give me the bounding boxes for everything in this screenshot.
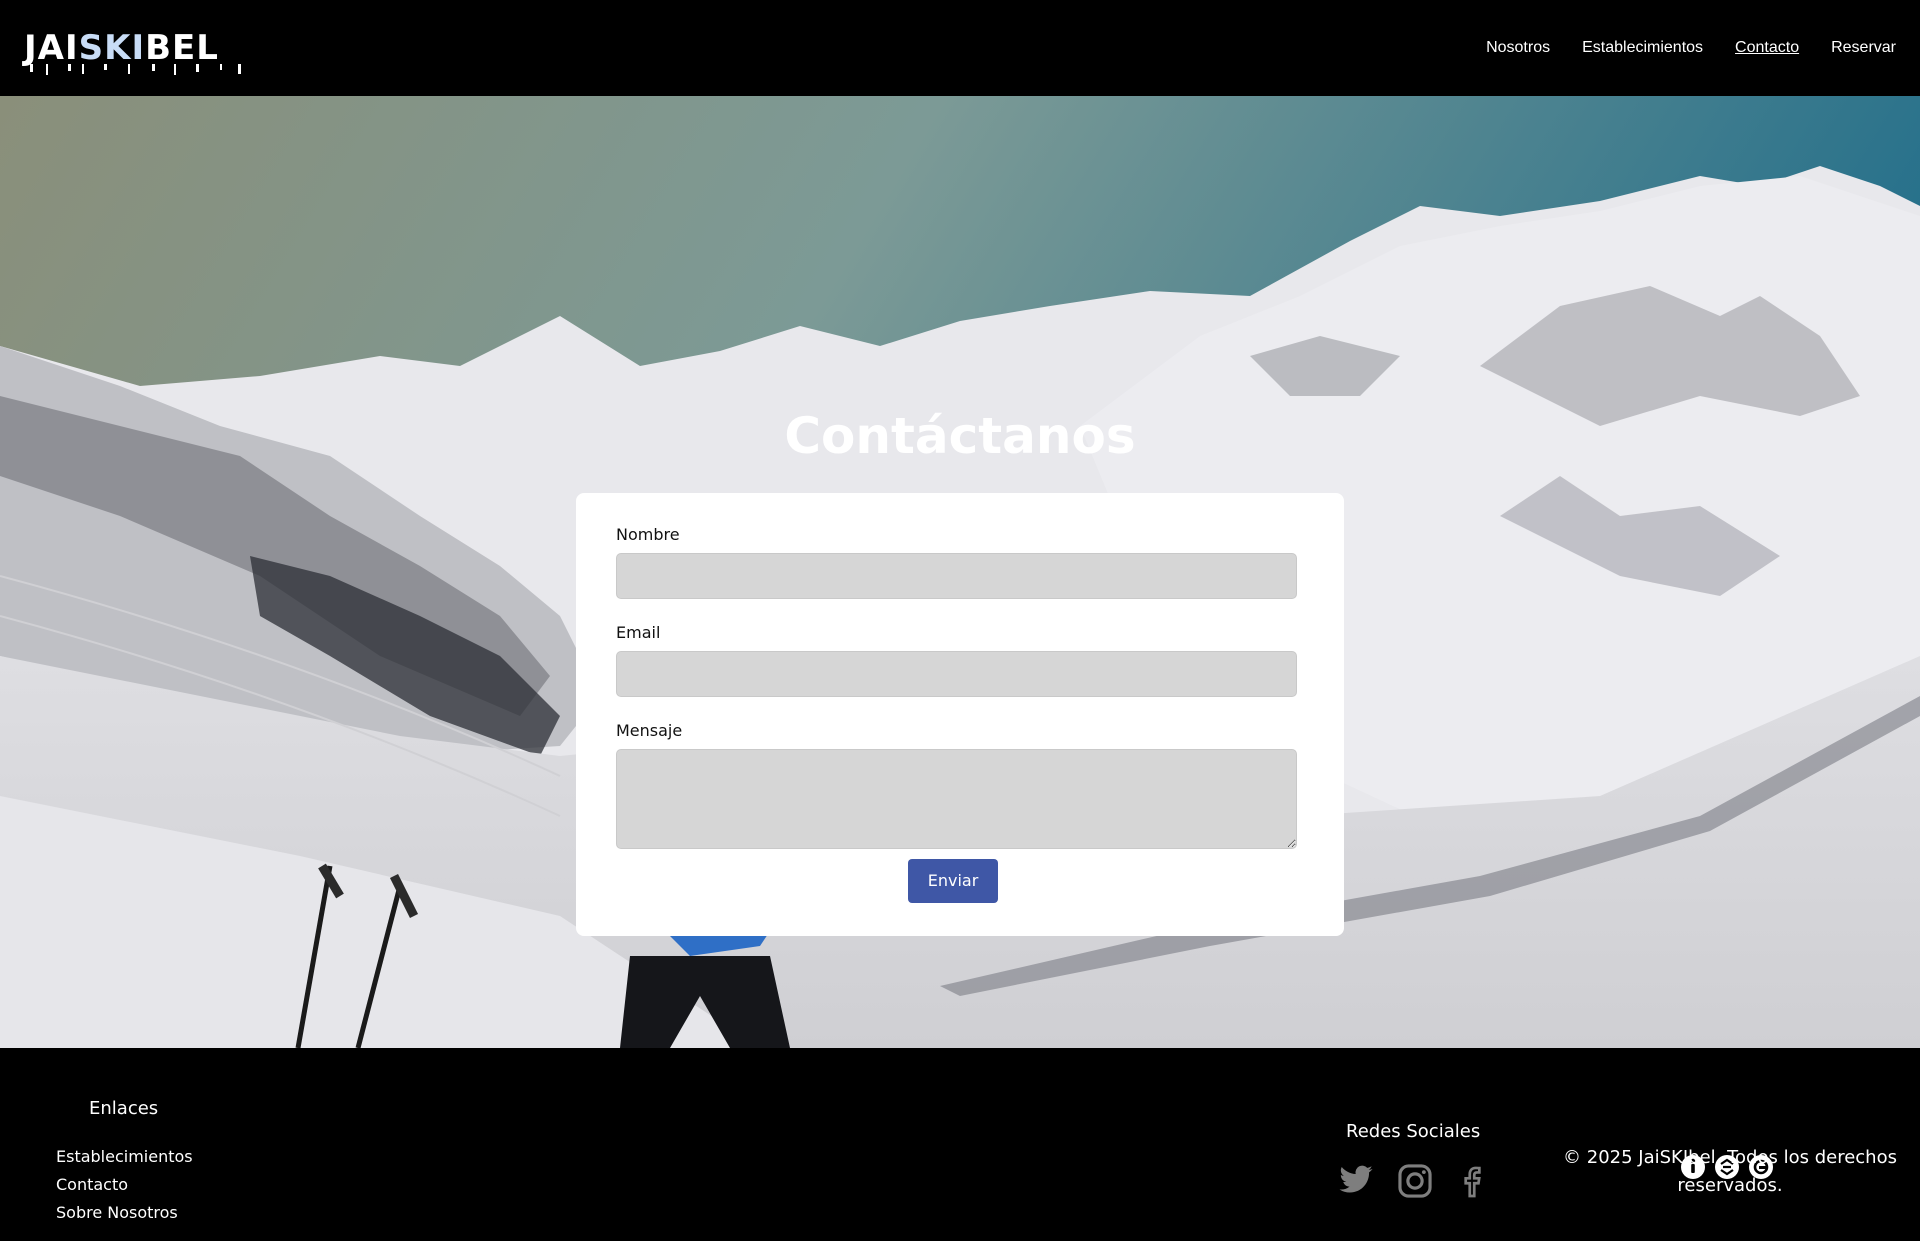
facebook-icon[interactable] (1454, 1162, 1490, 1200)
footer-link-contacto[interactable]: Contacto (56, 1171, 193, 1199)
social-title: Redes Sociales (1346, 1121, 1481, 1142)
email-input[interactable] (616, 651, 1297, 697)
message-textarea[interactable] (616, 749, 1297, 849)
footer-links-list: Establecimientos Contacto Sobre Nosotros (56, 1143, 193, 1227)
site-footer: Enlaces Establecimientos Contacto Sobre … (0, 1048, 1920, 1241)
footer-link-sobre-nosotros[interactable]: Sobre Nosotros (56, 1199, 193, 1227)
footer-link-establecimientos[interactable]: Establecimientos (56, 1143, 193, 1171)
page-title: Contáctanos (784, 407, 1136, 465)
email-label: Email (616, 623, 661, 642)
instagram-icon[interactable] (1396, 1162, 1432, 1200)
twitter-icon[interactable] (1338, 1162, 1374, 1200)
nav-link-nosotros[interactable]: Nosotros (1486, 36, 1550, 60)
site-header: JAISKIBEL Nosotros Establecimientos Cont… (0, 0, 1920, 96)
nav-link-reservar[interactable]: Reservar (1831, 36, 1896, 60)
logo-text-part: BEL (145, 28, 219, 68)
main-nav: Nosotros Establecimientos Contacto Reser… (1486, 36, 1896, 60)
logo-icicles-icon (30, 64, 241, 75)
logo-text-part: JAI (24, 28, 79, 68)
site-logo[interactable]: JAISKIBEL (24, 26, 241, 75)
name-label: Nombre (616, 525, 680, 544)
hero-section: Contáctanos Nombre Email Mensaje Enviar (0, 96, 1920, 1048)
footer-links-title: Enlaces (89, 1098, 159, 1119)
contact-form: Nombre Email Mensaje Enviar (576, 493, 1344, 936)
message-label: Mensaje (616, 721, 683, 740)
copyright-text: © 2025 JaiSKIbel. Todos los derechos res… (1563, 1147, 1897, 1196)
submit-row: Enviar (616, 859, 1297, 903)
nav-link-contacto[interactable]: Contacto (1735, 36, 1799, 60)
nav-link-establecimientos[interactable]: Establecimientos (1582, 36, 1703, 60)
logo-text-ski: SKI (78, 28, 146, 68)
social-links (1338, 1162, 1490, 1200)
submit-button[interactable]: Enviar (908, 859, 998, 903)
name-input[interactable] (616, 553, 1297, 599)
